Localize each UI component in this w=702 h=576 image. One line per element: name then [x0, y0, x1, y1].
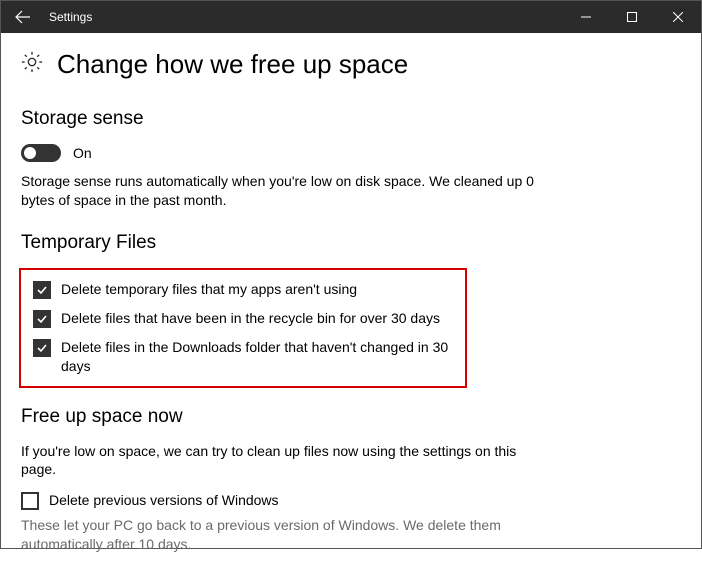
close-button[interactable]: [655, 1, 701, 33]
checkbox-label: Delete temporary files that my apps aren…: [61, 280, 357, 299]
window-title: Settings: [49, 10, 563, 24]
storage-sense-description: Storage sense runs automatically when yo…: [21, 172, 541, 210]
page-header: Change how we free up space: [21, 49, 681, 80]
close-icon: [673, 12, 683, 22]
checkmark-icon: [36, 313, 48, 325]
maximize-icon: [627, 12, 637, 22]
maximize-button[interactable]: [609, 1, 655, 33]
free-up-heading: Free up space now: [21, 406, 681, 428]
checkmark-icon: [36, 284, 48, 296]
free-up-footer: These let your PC go back to a previous …: [21, 516, 541, 554]
temp-files-option-2: Delete files that have been in the recyc…: [33, 309, 453, 328]
page-title: Change how we free up space: [57, 49, 408, 80]
page-content: Change how we free up space Storage sens…: [1, 33, 701, 576]
storage-sense-heading: Storage sense: [21, 108, 681, 130]
minimize-button[interactable]: [563, 1, 609, 33]
temp-files-option-3: Delete files in the Downloads folder tha…: [33, 338, 453, 376]
highlight-box: Delete temporary files that my apps aren…: [19, 268, 467, 388]
free-up-section: Free up space now If you're low on space…: [21, 406, 681, 555]
storage-sense-toggle-row: On: [21, 144, 681, 162]
checkbox-label: Delete previous versions of Windows: [49, 491, 279, 510]
temporary-files-heading: Temporary Files: [21, 232, 681, 254]
checkbox-delete-recycle-bin[interactable]: [33, 310, 51, 328]
checkbox-label: Delete files that have been in the recyc…: [61, 309, 440, 328]
storage-sense-toggle[interactable]: [21, 144, 61, 162]
window-titlebar: Settings: [1, 1, 701, 33]
temp-files-option-1: Delete temporary files that my apps aren…: [33, 280, 453, 299]
checkbox-delete-downloads[interactable]: [33, 339, 51, 357]
window-controls: [563, 1, 701, 33]
free-up-description: If you're low on space, we can try to cl…: [21, 442, 541, 480]
checkbox-delete-previous-windows[interactable]: [21, 492, 39, 510]
checkbox-delete-temp-files[interactable]: [33, 281, 51, 299]
back-arrow-icon: [15, 9, 31, 25]
back-button[interactable]: [1, 1, 45, 33]
storage-sense-toggle-label: On: [73, 145, 92, 161]
gear-icon: [21, 51, 43, 78]
minimize-icon: [581, 12, 591, 22]
checkbox-label: Delete files in the Downloads folder tha…: [61, 338, 453, 376]
toggle-knob: [24, 147, 36, 159]
checkmark-icon: [36, 342, 48, 354]
delete-previous-windows-row: Delete previous versions of Windows: [21, 491, 681, 510]
